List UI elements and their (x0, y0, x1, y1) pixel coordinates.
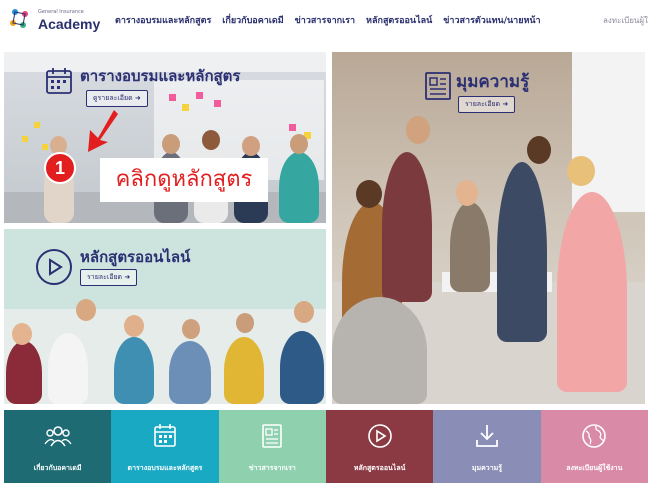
callout-label: คลิกดูหลักสูตร (100, 158, 268, 202)
article-title: มุมความรู้ (456, 72, 530, 92)
quick-link-online-label: หลักสูตรออนไลน์ (353, 464, 406, 472)
online-more-button[interactable]: รายละเอียด ➜ (80, 269, 138, 286)
quick-link-news[interactable]: ข่าวสารจากเรา (218, 410, 326, 483)
nav-schedule[interactable]: ตารางอบรมและหลักสูตร (115, 13, 211, 27)
group-icon (44, 426, 72, 447)
online-courses-tile[interactable]: หลักสูตรออนไลน์ รายละเอียด ➜ (4, 229, 326, 404)
main-nav: ตารางอบรมและหลักสูตร เกี่ยวกับอคาเดมี ข่… (115, 13, 541, 27)
nav-register[interactable]: ลงทะเบียนผู้ใช้งาน (603, 14, 648, 27)
academy-logo[interactable]: General Insurance Academy (6, 4, 100, 38)
quick-link-register-label: ลงทะเบียนผู้ใช้งาน (566, 464, 623, 472)
quick-link-schedule[interactable]: ตารางอบรมและหลักสูตร (111, 410, 219, 483)
step-number-badge: 1 (44, 152, 76, 184)
logo-text: Academy (38, 16, 101, 32)
quick-link-knowledge[interactable]: มุมความรู้ (433, 410, 541, 483)
online-title: หลักสูตรออนไลน์ (80, 248, 191, 266)
online-more-label: รายละเอียด (87, 273, 123, 281)
play-circle-icon (36, 249, 72, 285)
calendar-icon (46, 68, 72, 94)
quick-link-schedule-label: ตารางอบรมและหลักสูตร (127, 464, 203, 472)
site-header: General Insurance Academy ตารางอบรมและหล… (0, 0, 648, 42)
article-icon (425, 72, 451, 100)
nav-about[interactable]: เกี่ยวกับอคาเดมี (222, 13, 283, 27)
pointer-arrow-icon (88, 110, 118, 152)
nav-online-courses[interactable]: หลักสูตรออนไลน์ (366, 13, 432, 27)
logo-subtitle: General Insurance (38, 9, 84, 15)
calendar-icon (154, 424, 176, 447)
quick-link-register[interactable]: ลงทะเบียนผู้ใช้งาน (540, 410, 648, 483)
nav-agent-news[interactable]: ข่าวสารตัวแทน/นายหน้า (443, 13, 540, 27)
globe-icon (582, 424, 607, 448)
article-tile[interactable]: มุมความรู้ รายละเอียด ➜ (332, 52, 645, 404)
play-icon (367, 424, 392, 448)
nav-news[interactable]: ข่าวสารจากเรา (295, 13, 355, 27)
quick-link-knowledge-label: มุมความรู้ (471, 464, 503, 472)
schedule-more-button[interactable]: ดูรายละเอียด ➜ (86, 90, 148, 107)
download-icon (476, 425, 498, 447)
quick-link-online[interactable]: หลักสูตรออนไลน์ (325, 410, 434, 483)
logo-mark-icon (10, 9, 28, 28)
schedule-more-label: ดูรายละเอียด (93, 94, 133, 102)
quick-link-about-label: เกี่ยวกับอคาเดมี (33, 464, 82, 472)
schedule-title: ตารางอบรมและหลักสูตร (80, 67, 241, 85)
quick-link-about[interactable]: เกี่ยวกับอคาเดมี (4, 410, 112, 483)
article-more-label: รายละเอียด (465, 100, 501, 108)
quick-link-news-label: ข่าวสารจากเรา (248, 464, 296, 472)
quick-links-bar: เกี่ยวกับอคาเดมี ตารางอบรมและหลักสูตร ข่… (4, 410, 648, 483)
article-more-button[interactable]: รายละเอียด ➜ (458, 96, 516, 113)
news-icon (262, 424, 283, 448)
